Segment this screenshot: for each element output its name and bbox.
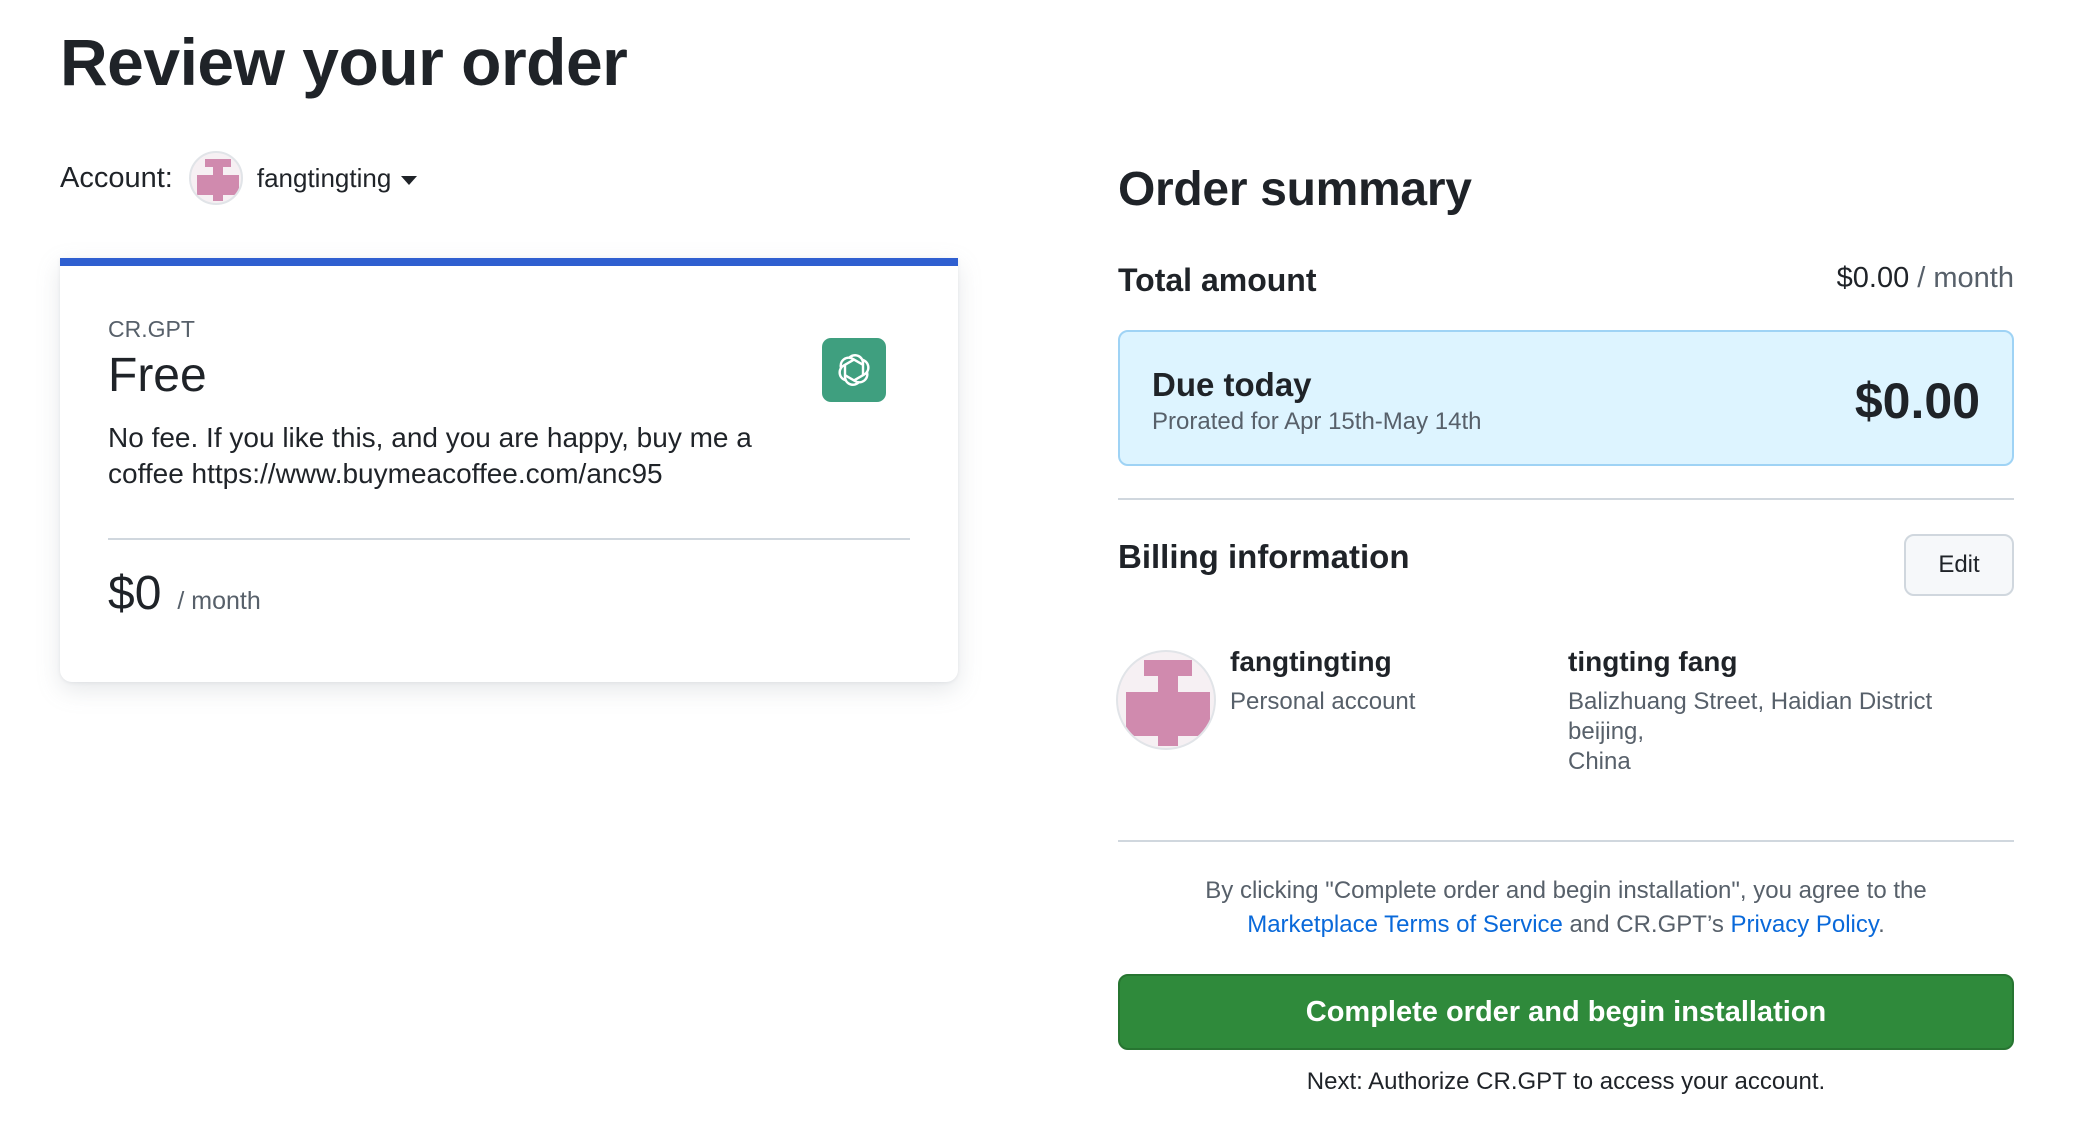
plan-vendor: CR.GPT — [108, 316, 195, 342]
plan-price-row: $0 / month — [108, 566, 261, 621]
avatar — [188, 151, 243, 205]
edit-billing-button[interactable]: Edit — [1904, 534, 2014, 596]
divider — [108, 538, 910, 540]
billing-address-line: China — [1568, 748, 1631, 775]
divider — [1118, 498, 2014, 500]
marketplace-terms-link[interactable]: Marketplace Terms of Service — [1247, 911, 1563, 938]
identicon-icon — [196, 159, 239, 201]
account-username: fangtingting — [256, 162, 392, 193]
billing-address-line: beijing, — [1568, 718, 1645, 745]
terms-prefix: By clicking "Complete order and begin in… — [1205, 877, 1927, 904]
identicon-icon — [1126, 660, 1210, 746]
total-period: / month — [1909, 262, 2014, 294]
account-row: Account: fangtingting — [60, 150, 418, 206]
plan-name: Free — [108, 349, 207, 402]
order-summary-title: Order summary — [1118, 163, 1472, 216]
terms-middle: and CR.GPT’s — [1562, 911, 1731, 938]
due-today-amount: $0.00 — [1854, 373, 1980, 429]
plan-period: / month — [177, 587, 261, 615]
total-amount-label: Total amount — [1118, 262, 1317, 298]
account-label: Account: — [60, 161, 173, 194]
billing-username: fangtingting — [1230, 646, 1392, 677]
plan-card: CR.GPT Free No fee. If you like this, an… — [60, 258, 958, 682]
billing-information-title: Billing information — [1118, 538, 1410, 575]
account-type: Personal account — [1230, 688, 1416, 715]
plan-price: $0 — [108, 567, 162, 620]
privacy-policy-link[interactable]: Privacy Policy — [1731, 911, 1879, 938]
page-title: Review your order — [60, 25, 628, 99]
due-today-label: Due today — [1152, 366, 1312, 403]
account-selector[interactable]: fangtingting — [188, 151, 418, 205]
billing-contact-name: tingting fang — [1568, 646, 1738, 677]
total-amount-value: $0.00 / month — [1837, 262, 2014, 295]
total-amount: $0.00 — [1836, 262, 1910, 294]
terms-suffix: . — [1878, 911, 1885, 938]
billing-address-line: Balizhuang Street, Haidian District — [1568, 688, 1933, 715]
openai-logo-icon — [822, 338, 886, 402]
terms-notice: By clicking "Complete order and begin in… — [1118, 874, 2014, 942]
plan-description: No fee. If you like this, and you are ha… — [108, 422, 752, 489]
prorated-note: Prorated for Apr 15th-May 14th — [1152, 408, 1482, 435]
next-step-note: Next: Authorize CR.GPT to access your ac… — [1306, 1068, 1826, 1095]
chevron-down-icon — [401, 175, 418, 185]
avatar — [1116, 650, 1216, 750]
due-today-box: Due today Prorated for Apr 15th-May 14th… — [1118, 330, 2014, 466]
divider — [1118, 840, 2014, 842]
complete-order-button[interactable]: Complete order and begin installation — [1118, 974, 2014, 1050]
